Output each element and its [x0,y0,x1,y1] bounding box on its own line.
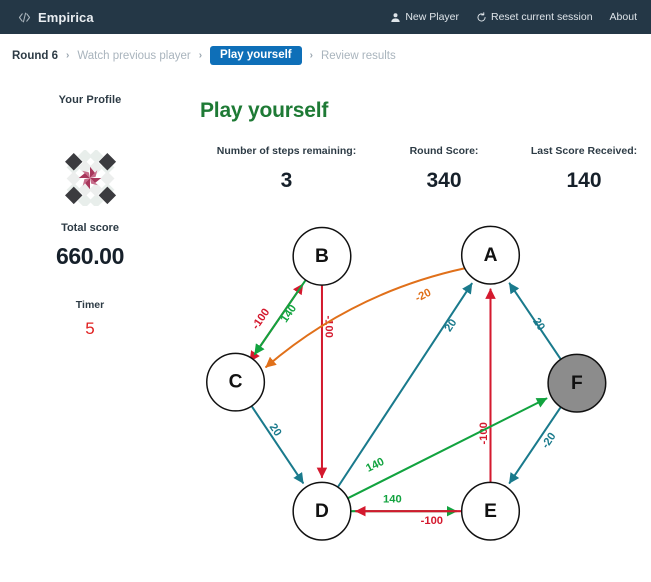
stat-label: Last Score Received: [530,145,638,157]
breadcrumb-item-watch-previous-player[interactable]: Watch previous player [77,50,190,62]
graph-edge-label-e-d: -100 [421,515,443,527]
graph-node-label: F [571,373,583,394]
stat-steps-remaining: Number of steps remaining: 3 [194,145,379,193]
profile-title: Your Profile [58,94,122,106]
graph-edge-label-d-a: 20 [443,317,460,334]
reset-current-session-button[interactable]: Reset current session [476,11,593,23]
stats-row: Number of steps remaining: 3 Round Score… [190,145,651,193]
timer-value: 5 [85,319,95,338]
graph-node-label: B [315,246,329,267]
graph-edge-label-d-f: 140 [364,456,386,475]
stat-value: 340 [426,169,462,192]
graph-edge-label-c-d: 20 [267,422,284,439]
graph-edge-label-b-c: 140 [279,303,299,325]
breadcrumb-separator: › [309,50,313,61]
graph-node-label: A [484,245,498,266]
breadcrumb-item-review-results[interactable]: Review results [321,50,396,62]
navbar-actions: New Player Reset current session About [390,11,637,23]
breadcrumb-item-play-yourself[interactable]: Play yourself [210,45,302,66]
graph-node-label: D [315,501,329,522]
profile-sidebar: Your Profile Total score 660.00 Timer 5 [0,72,180,582]
graph-node-a[interactable]: A [460,225,521,285]
stat-value: 140 [566,169,602,192]
top-navbar: Empirica New Player Reset current sessio… [0,0,651,34]
total-score-label: Total score [61,222,119,234]
graph-edge-c-d[interactable] [251,405,304,484]
identicon-avatar [62,128,118,206]
graph-node-d[interactable]: D [292,481,352,541]
breadcrumb-item-round[interactable]: Round 6 [12,50,58,62]
reset-session-label: Reset current session [491,11,593,23]
graph-node-e[interactable]: E [460,481,521,541]
new-player-label: New Player [405,11,459,23]
breadcrumb: Round 6 › Watch previous player › Play y… [0,40,651,72]
total-score-value: 660.00 [56,243,124,269]
graph-node-label: C [229,372,243,393]
stat-label: Number of steps remaining: [216,145,357,157]
graph-edge-label-c-b: -100 [250,307,273,332]
new-player-button[interactable]: New Player [390,11,459,23]
page-title: Play yourself [200,99,329,122]
network-graph[interactable]: -100 140 -100 -20 20 20 20 -100 140 -20 140 -100 BA… [180,204,641,556]
graph-node-f[interactable]: F [547,353,607,413]
graph-edge-label-a-c: -20 [413,287,433,305]
stat-value: 3 [280,169,293,192]
refresh-icon [476,11,487,23]
main-panel: Play yourself Number of steps remaining:… [180,72,651,582]
about-button[interactable]: About [610,11,637,23]
brand-name: Empirica [38,9,94,25]
graph-edge-label-e-a: -100 [478,422,490,444]
graph-edge-d-f[interactable] [347,397,548,499]
graph-node-label: E [484,501,497,522]
empirica-logo-icon [18,11,31,24]
timer-label: Timer [75,299,105,311]
brand-logo[interactable]: Empirica [18,10,94,25]
stat-round-score: Round Score: 340 [379,145,509,193]
graph-edge-d-a[interactable] [337,282,473,488]
stat-label: Round Score: [409,145,479,157]
graph-node-b[interactable]: B [292,226,352,286]
user-icon [390,12,401,23]
graph-edge-layer: -100 140-100-202020 20-100140-20140-100 [249,267,562,527]
graph-edge-label-d-e: 140 [383,493,402,505]
page-content: Your Profile Total score 660.00 Timer 5 … [0,72,651,582]
graph-node-c[interactable]: C [206,352,266,412]
breadcrumb-separator: › [198,50,203,61]
stat-last-score-received: Last Score Received: 140 [509,145,651,193]
graph-edge-a-c[interactable] [265,267,465,368]
about-label: About [609,11,637,23]
breadcrumb-separator: › [66,50,70,61]
